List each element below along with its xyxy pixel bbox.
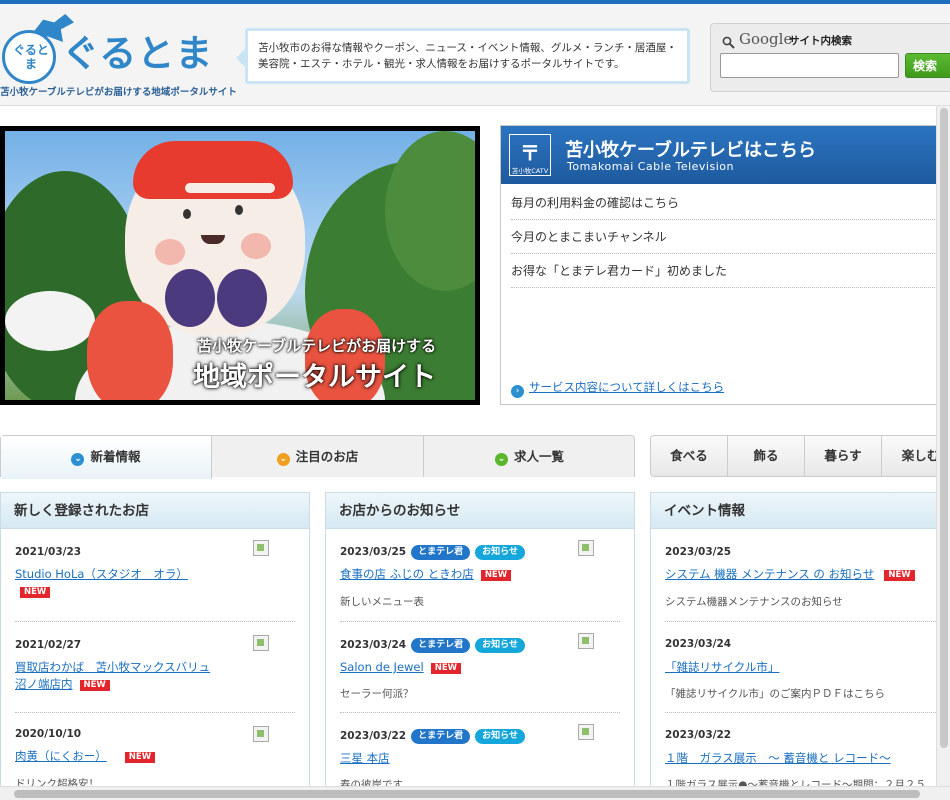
panel-new-shops: 新しく登録されたお店 2021/03/23 Studio HoLa（スタジオ オ… bbox=[0, 492, 310, 800]
thumbnail-image[interactable] bbox=[253, 726, 269, 742]
tomatele-tag: とまテレ君 bbox=[411, 638, 471, 653]
catv-links: 毎月の利用料金の確認はこちら 今月のとまこまいチャンネル お得な「とまテレ君カー… bbox=[511, 186, 941, 288]
catv-link-channel[interactable]: 今月のとまこまいチャンネル bbox=[511, 220, 941, 254]
hero-caption-line2: 地域ポータルサイト bbox=[193, 362, 436, 393]
list-item: 2023/03/25 とまテレ君 お知らせ 食事の店 ふじの ときわ店 NEW 新しい… bbox=[340, 529, 620, 622]
panel-title: イベント情報 bbox=[651, 493, 950, 529]
info-tabs: ⌄ 新着情報 ⌄ 注目のお店 ⌄ 求人一覧 bbox=[0, 435, 635, 479]
new-badge: NEW bbox=[79, 680, 110, 691]
tab-jobs[interactable]: ⌄ 求人一覧 bbox=[424, 436, 635, 477]
thumbnail-image[interactable] bbox=[253, 540, 269, 556]
shop-link[interactable]: Salon de Jewel NEW bbox=[340, 659, 461, 676]
new-badge: NEW bbox=[124, 752, 156, 763]
catv-subtitle: Tomakomai Cable Television bbox=[567, 160, 734, 173]
notice-tag: お知らせ bbox=[475, 729, 525, 744]
vertical-scroll-thumb[interactable] bbox=[940, 108, 948, 748]
mascot-photo: 苫小牧ケーブルテレビがお届けする 地域ポータルサイト bbox=[5, 131, 475, 400]
site-header: ぐるとま ぐるとま 苫小牧ケーブルテレビがお届けする地域ポータルサイト 苫小牧市… bbox=[0, 4, 950, 106]
tab-news[interactable]: ⌄ 新着情報 bbox=[1, 436, 212, 479]
chevron-right-icon: › bbox=[511, 385, 524, 398]
site-tagline: 苫小牧ケーブルテレビがお届けする地域ポータルサイト bbox=[0, 87, 237, 98]
chevron-down-icon: ⌄ bbox=[71, 453, 85, 466]
list-item: 2021/02/27 買取店わかば 苫小牧マックスバリュ沼ノ端店内 NEW bbox=[15, 622, 295, 713]
chevron-down-icon: ⌄ bbox=[494, 453, 508, 466]
list-item: 2023/03/25 システム 機器 メンテナンス の お知らせ NEW システム… bbox=[665, 529, 936, 622]
panel-events: イベント情報 2023/03/25 システム 機器 メンテナンス の お知らせ N… bbox=[650, 492, 950, 800]
category-decorate[interactable]: 飾る bbox=[728, 436, 805, 476]
search-label: サイト内検索 bbox=[789, 35, 852, 47]
hero-banner[interactable]: 苫小牧ケーブルテレビがお届けする 地域ポータルサイト bbox=[0, 126, 480, 405]
catv-link-card[interactable]: お得な「とまテレ君カード」初めました bbox=[511, 254, 941, 288]
catv-box: 〒 苫小牧CATV 苫小牧ケーブルテレビはこちら Tomakomai Cable… bbox=[500, 125, 950, 405]
shop-link[interactable]: Studio HoLa（スタジオ オラ） NEW bbox=[15, 566, 215, 600]
event-link[interactable]: １階 ガラス展示 〜 蓄音機と レコード〜 bbox=[665, 750, 891, 767]
panel-title: お店からのお知らせ bbox=[326, 493, 634, 529]
catv-logo-icon: 〒 苫小牧CATV bbox=[509, 134, 551, 176]
list-item: 2023/03/24 とまテレ君 お知らせ Salon de Jewel NEW セー… bbox=[340, 622, 620, 713]
event-link[interactable]: 「雑誌リサイクル市」 bbox=[665, 659, 779, 676]
site-intro: 苫小牧市のお得な情報やクーポン、ニュース・イベント情報、グルメ・ランチ・居酒屋・… bbox=[236, 28, 690, 84]
tomatele-tag: とまテレ君 bbox=[411, 545, 471, 560]
logo-text: ぐるとま bbox=[62, 32, 214, 75]
thumbnail-image[interactable] bbox=[578, 724, 594, 740]
new-badge: NEW bbox=[430, 663, 461, 674]
logo-badge: ぐるとま bbox=[2, 30, 56, 84]
horizontal-scrollbar[interactable] bbox=[0, 786, 950, 800]
chevron-down-icon: ⌄ bbox=[276, 453, 290, 466]
search-icon bbox=[722, 36, 735, 49]
thumbnail-image[interactable] bbox=[253, 635, 269, 651]
list-item: 2023/03/24 「雑誌リサイクル市」 「雑誌リサイクル市」のご案内ＰＤＦは… bbox=[665, 622, 936, 713]
vertical-scrollbar[interactable] bbox=[936, 106, 950, 786]
thumbnail-image[interactable] bbox=[578, 540, 594, 556]
catv-header[interactable]: 〒 苫小牧CATV 苫小牧ケーブルテレビはこちら Tomakomai Cable… bbox=[501, 126, 950, 184]
panel-shop-news: お店からのお知らせ 2023/03/25 とまテレ君 お知らせ 食事の店 ふじの と… bbox=[325, 492, 635, 800]
shop-link[interactable]: 肉黄（にくおー） NEW bbox=[15, 748, 235, 765]
site-search: Google サイト内検索 検索 bbox=[710, 23, 950, 92]
new-badge: NEW bbox=[480, 570, 512, 581]
category-live[interactable]: 暮らす bbox=[805, 436, 882, 476]
shop-link[interactable]: 三星 本店 bbox=[340, 750, 390, 767]
category-eat[interactable]: 食べる bbox=[651, 436, 728, 476]
new-badge: NEW bbox=[884, 570, 915, 581]
hero-caption-line1: 苫小牧ケーブルテレビがお届けする bbox=[197, 337, 437, 355]
panel-title: 新しく登録されたお店 bbox=[1, 493, 309, 529]
notice-tag: お知らせ bbox=[475, 545, 525, 560]
catv-title: 苫小牧ケーブルテレビはこちら bbox=[565, 140, 816, 161]
search-button[interactable]: 検索 bbox=[905, 53, 950, 78]
catv-link-fee[interactable]: 毎月の利用料金の確認はこちら bbox=[511, 186, 941, 220]
thumbnail-image[interactable] bbox=[578, 633, 594, 649]
tab-featured-shops[interactable]: ⌄ 注目のお店 bbox=[212, 436, 424, 477]
new-badge: NEW bbox=[20, 587, 51, 598]
notice-tag: お知らせ bbox=[475, 638, 525, 653]
category-nav: 食べる 飾る 暮らす 楽しむ bbox=[650, 435, 950, 477]
search-input[interactable] bbox=[720, 53, 899, 78]
horizontal-scroll-thumb[interactable] bbox=[14, 790, 920, 798]
catv-more-link[interactable]: › サービス内容について詳しくはこちら bbox=[511, 379, 724, 398]
list-item: 2021/03/23 Studio HoLa（スタジオ オラ） NEW bbox=[15, 529, 295, 622]
shop-link[interactable]: 食事の店 ふじの ときわ店 NEW bbox=[340, 566, 512, 583]
shop-link[interactable]: 買取店わかば 苫小牧マックスバリュ沼ノ端店内 NEW bbox=[15, 659, 220, 693]
event-link[interactable]: システム 機器 メンテナンス の お知らせ NEW bbox=[665, 566, 915, 583]
google-brand: Google bbox=[739, 30, 793, 48]
site-logo[interactable]: ぐるとま ぐるとま 苫小牧ケーブルテレビがお届けする地域ポータルサイト bbox=[0, 14, 237, 100]
tomatele-tag: とまテレ君 bbox=[411, 729, 471, 744]
